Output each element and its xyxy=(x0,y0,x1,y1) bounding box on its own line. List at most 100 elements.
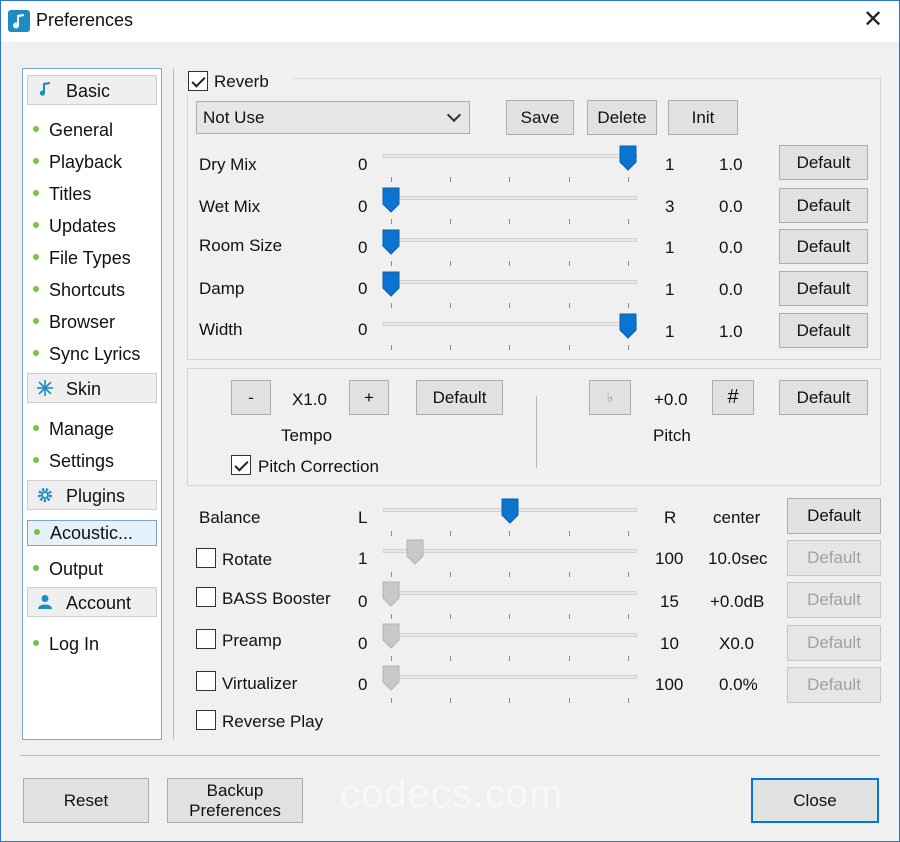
dry-mix-default-button[interactable]: Default xyxy=(779,145,868,180)
gear-icon xyxy=(36,486,54,504)
virtualizer-value: 0.0% xyxy=(719,675,758,694)
tempo-default-button[interactable]: Default xyxy=(416,380,503,415)
sidebar-item-updates[interactable]: Updates xyxy=(27,214,157,240)
damp-default-button[interactable]: Default xyxy=(779,271,868,306)
reverb-preset-select[interactable]: Not Use xyxy=(196,101,470,134)
slider-value: 0.0 xyxy=(719,197,743,216)
sidebar-item-acoustic[interactable]: Acoustic... xyxy=(27,520,157,546)
slider-tick xyxy=(450,261,451,266)
slider-tick xyxy=(628,572,629,577)
sidebar-item-manage[interactable]: Manage xyxy=(27,417,157,443)
rotate-default-button[interactable]: Default xyxy=(787,540,881,576)
room-size-default-button[interactable]: Default xyxy=(779,229,868,264)
width-slider-thumb[interactable] xyxy=(619,313,637,339)
slider-track xyxy=(383,322,637,326)
slider-min: 0 xyxy=(358,197,368,216)
sidebar-header-plugins[interactable]: Plugins xyxy=(27,480,157,510)
slider-tick xyxy=(391,177,392,182)
balance-slider-thumb[interactable] xyxy=(501,498,519,524)
pitch-correction-checkbox[interactable] xyxy=(231,455,251,475)
bass-booster-slider-thumb[interactable] xyxy=(382,581,400,607)
virtualizer-default-button[interactable]: Default xyxy=(787,667,881,703)
sidebar-item-label: Settings xyxy=(49,451,115,471)
room-size-slider-thumb[interactable] xyxy=(382,229,400,255)
dry-mix-slider-thumb[interactable] xyxy=(619,145,637,171)
preamp-min: 0 xyxy=(358,634,368,653)
slider-label: Dry Mix xyxy=(199,155,257,174)
sidebar-item-sync-lyrics[interactable]: Sync Lyrics xyxy=(27,342,157,368)
slider-max: 1 xyxy=(665,322,675,341)
virtualizer-checkbox[interactable] xyxy=(196,671,216,691)
sidebar-item-output[interactable]: Output xyxy=(27,557,157,583)
slider-tick xyxy=(569,303,570,308)
slider-track xyxy=(383,238,637,242)
slider-tick xyxy=(450,656,451,661)
bullet-icon xyxy=(33,318,39,324)
init-button[interactable]: Init xyxy=(668,100,738,135)
close-window-button[interactable]: ✕ xyxy=(858,6,888,34)
slider-tick xyxy=(569,345,570,350)
slider-value: 1.0 xyxy=(719,322,743,341)
sidebar-header-basic[interactable]: Basic xyxy=(27,75,157,105)
sidebar-item-label: Updates xyxy=(49,216,117,236)
slider-value: 0.0 xyxy=(719,280,743,299)
sidebar-item-general[interactable]: General xyxy=(27,118,157,144)
close-button[interactable]: Close xyxy=(751,778,879,823)
sidebar-item-settings[interactable]: Settings xyxy=(27,449,157,475)
tempo-increase-button[interactable]: + xyxy=(349,380,389,415)
sidebar-item-browser[interactable]: Browser xyxy=(27,310,157,336)
slider-tick xyxy=(569,572,570,577)
footer-divider xyxy=(20,755,880,756)
bass-booster-max: 15 xyxy=(660,592,679,611)
rotate-checkbox[interactable] xyxy=(196,548,216,568)
slider-min: 0 xyxy=(358,155,368,174)
sidebar-item-file-types[interactable]: File Types xyxy=(27,246,157,272)
wet-mix-slider-thumb[interactable] xyxy=(382,187,400,213)
sidebar-item-titles[interactable]: Titles xyxy=(27,182,157,208)
pitch-default-button[interactable]: Default xyxy=(779,380,868,415)
save-button[interactable]: Save xyxy=(506,100,574,135)
wet-mix-default-button[interactable]: Default xyxy=(779,188,868,223)
slider-tick xyxy=(391,698,392,703)
slider-track xyxy=(383,675,637,679)
sidebar-header-account[interactable]: Account xyxy=(27,587,157,617)
slider-tick xyxy=(628,698,629,703)
damp-slider-thumb[interactable] xyxy=(382,271,400,297)
slider-tick xyxy=(569,177,570,182)
sidebar-item-shortcuts[interactable]: Shortcuts xyxy=(27,278,157,304)
slider-tick xyxy=(628,531,629,536)
sidebar-item-playback[interactable]: Playback xyxy=(27,150,157,176)
preamp-checkbox[interactable] xyxy=(196,629,216,649)
reset-button[interactable]: Reset xyxy=(23,778,149,823)
delete-button[interactable]: Delete xyxy=(587,100,657,135)
pitch-flat-button[interactable]: ♭ xyxy=(589,380,631,415)
rotate-value: 10.0sec xyxy=(708,549,768,568)
reverb-checkbox[interactable] xyxy=(188,71,208,91)
bullet-icon xyxy=(33,457,39,463)
sidebar-item-log-in[interactable]: Log In xyxy=(27,632,157,658)
balance-default-button[interactable]: Default xyxy=(787,498,881,534)
width-default-button[interactable]: Default xyxy=(779,313,868,348)
preamp-max: 10 xyxy=(660,634,679,653)
backup-preferences-button[interactable]: Backup Preferences xyxy=(167,778,303,823)
pitch-sharp-button[interactable]: # xyxy=(712,380,754,415)
bass-booster-default-button[interactable]: Default xyxy=(787,582,881,618)
tempo-label: Tempo xyxy=(281,426,333,445)
backup-label-line2: Preferences xyxy=(189,800,281,820)
sidebar-item-label: Acoustic... xyxy=(50,523,134,543)
preamp-slider-thumb[interactable] xyxy=(382,623,400,649)
bullet-icon xyxy=(33,126,39,132)
reverse-play-checkbox[interactable] xyxy=(196,710,216,730)
bass-booster-checkbox[interactable] xyxy=(196,587,216,607)
tempo-decrease-button[interactable]: - xyxy=(231,380,271,415)
sidebar-item-label: File Types xyxy=(49,248,131,268)
virtualizer-slider-thumb[interactable] xyxy=(382,665,400,691)
slider-tick xyxy=(391,614,392,619)
sidebar-item-label: Titles xyxy=(49,184,92,204)
rotate-slider-thumb[interactable] xyxy=(406,539,424,565)
bullet-icon xyxy=(33,350,39,356)
sidebar-header-skin[interactable]: Skin xyxy=(27,373,157,403)
slider-track xyxy=(383,154,637,158)
preamp-default-button[interactable]: Default xyxy=(787,625,881,661)
slider-min: 0 xyxy=(358,279,368,298)
